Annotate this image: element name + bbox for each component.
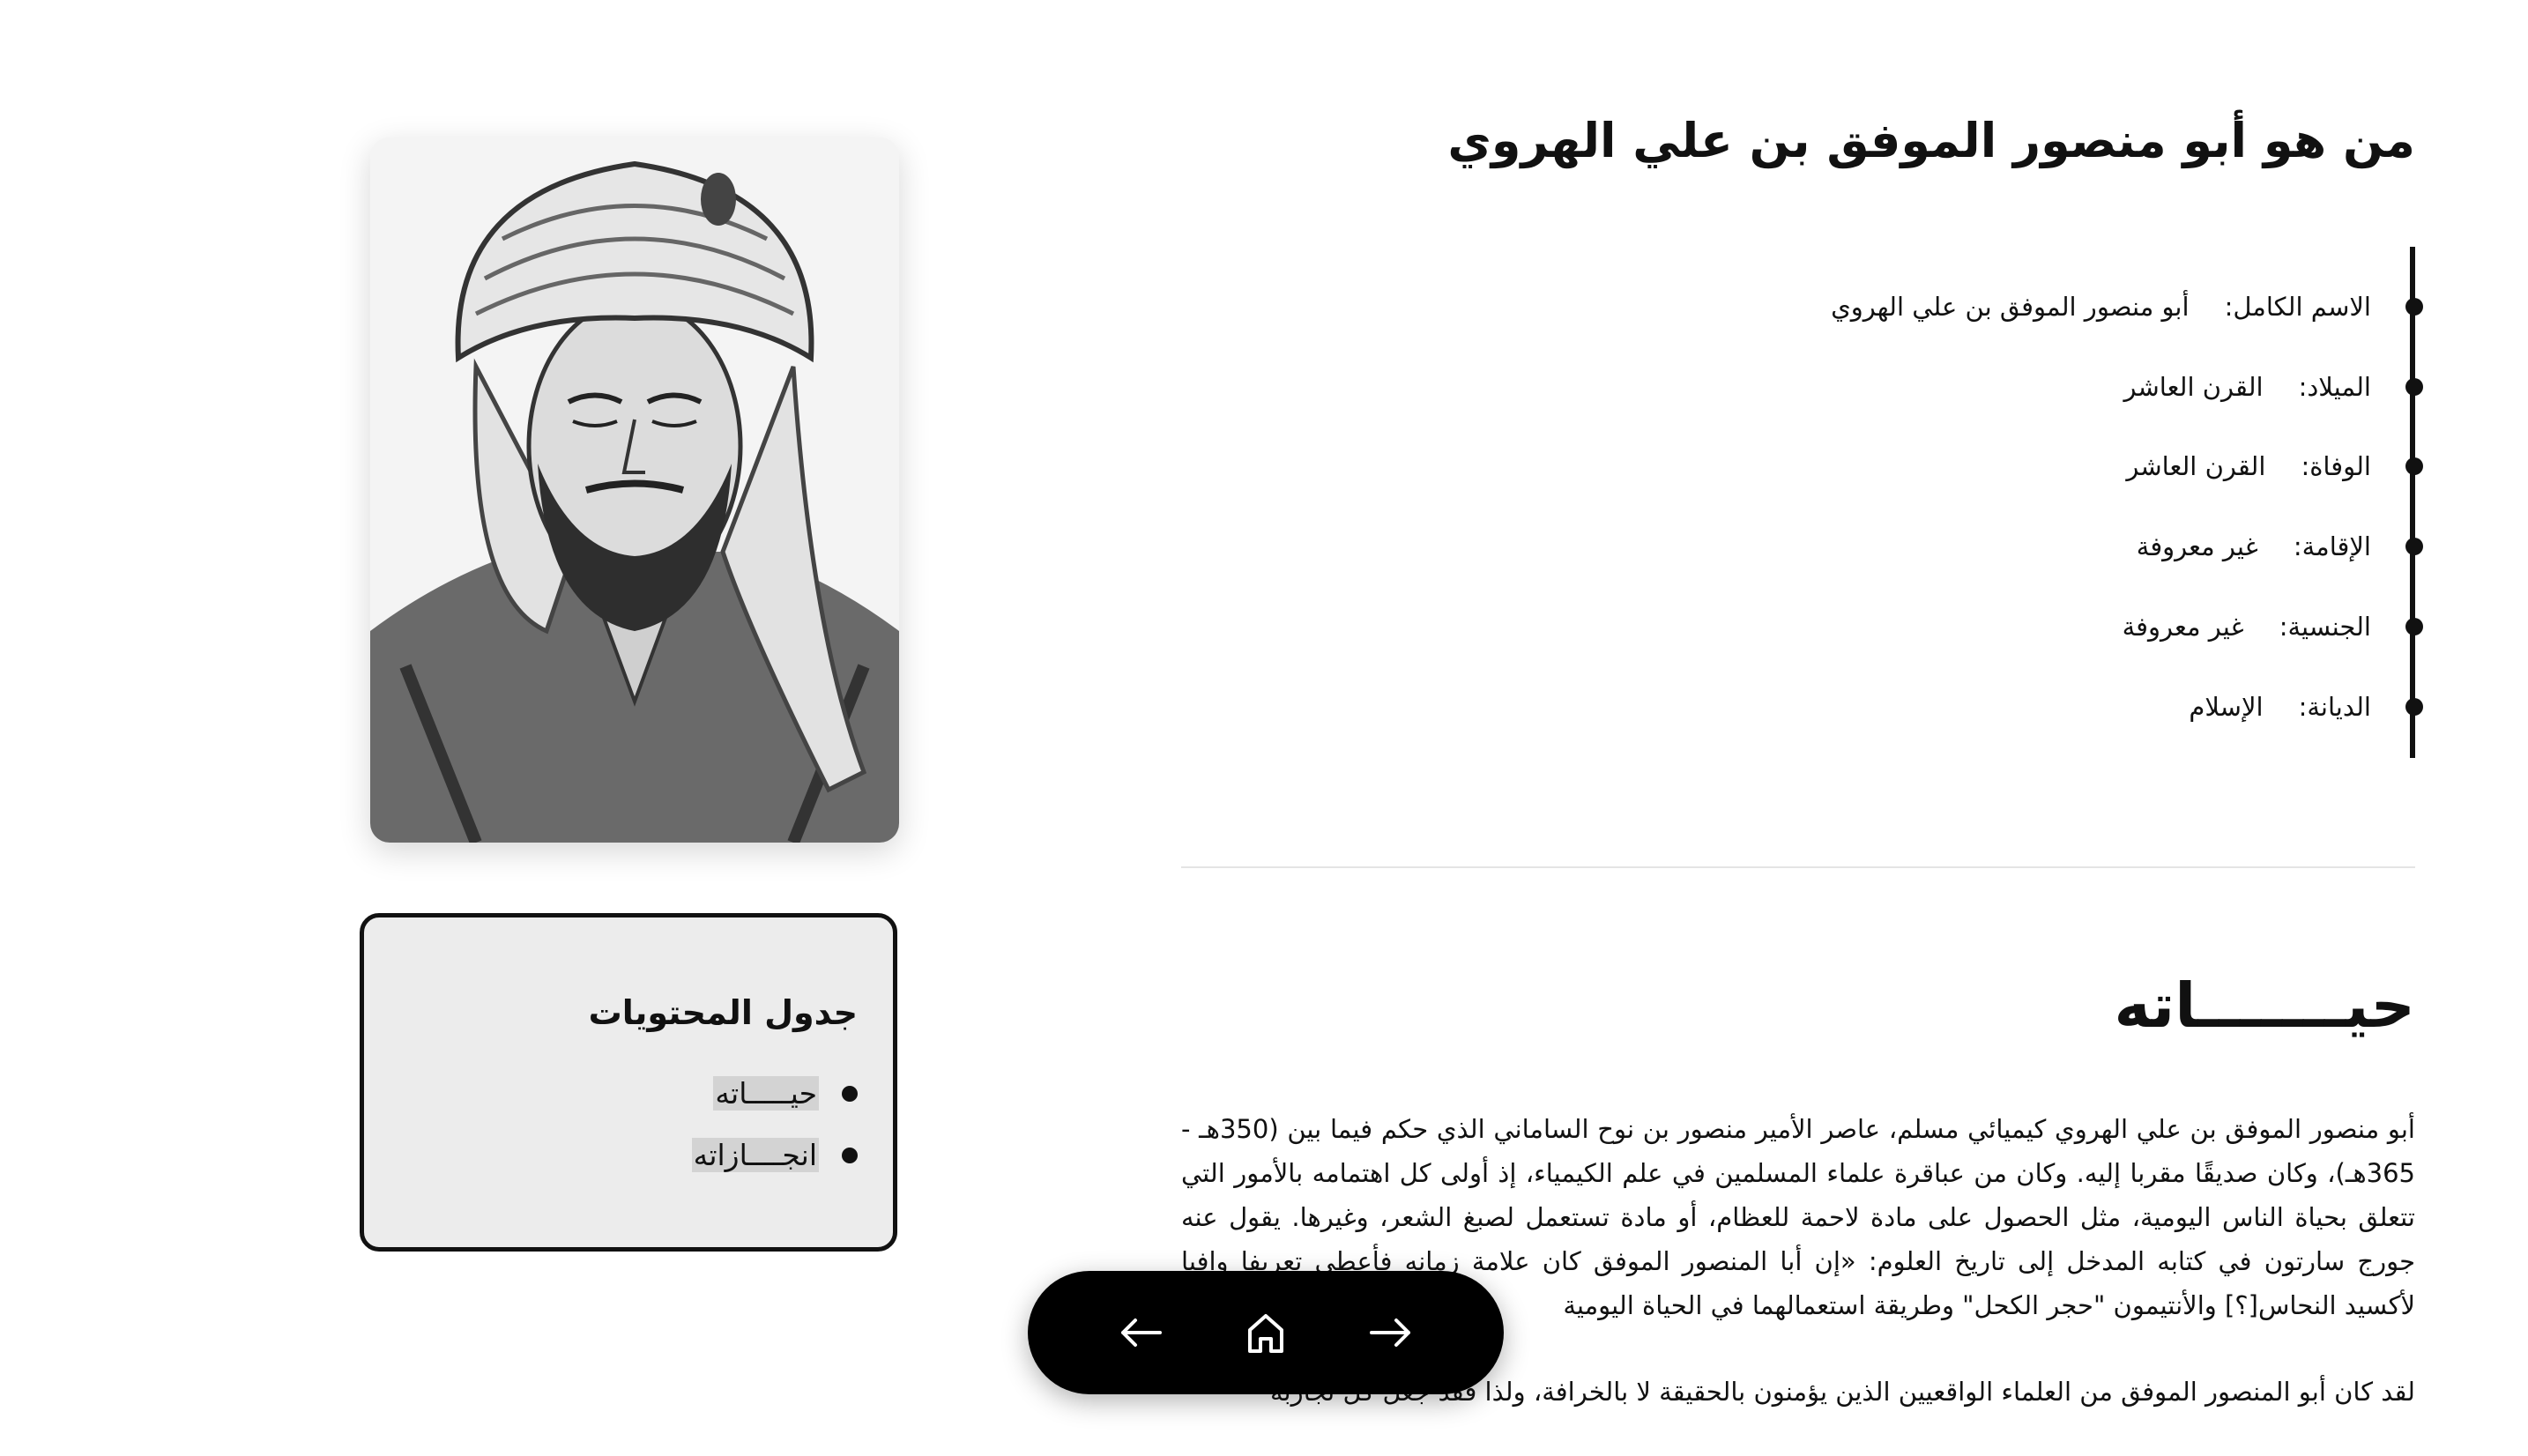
info-value: غير معروفة (2122, 612, 2244, 642)
info-value: الإسلام (2189, 692, 2264, 722)
info-value: غير معروفة (2136, 531, 2258, 561)
bullet-icon (842, 1147, 858, 1163)
info-label: الإقامة: (2293, 531, 2371, 561)
timeline-dot (2405, 618, 2423, 635)
info-row-full-name: الاسم الكامل: أبو منصور الموفق بن علي ال… (1831, 280, 2423, 333)
bullet-icon (842, 1085, 858, 1102)
info-row-residence: الإقامة: غير معروفة (2136, 520, 2423, 573)
info-label: الميلاد: (2298, 372, 2371, 402)
portrait-image (370, 137, 899, 843)
back-button[interactable] (1112, 1304, 1169, 1361)
section-title-life: حيـــــــاته (2114, 969, 2415, 1042)
biography-info-list: الاسم الكامل: أبو منصور الموفق بن علي ال… (1181, 247, 2423, 758)
info-label: الجنسية: (2279, 612, 2371, 642)
toc-item-label: حيـــــاته (713, 1076, 819, 1111)
home-button[interactable] (1238, 1304, 1294, 1361)
page-title: من هو أبو منصور الموفق بن علي الهروي (1447, 113, 2415, 168)
info-value: أبو منصور الموفق بن علي الهروي (1831, 292, 2190, 322)
section-divider (1181, 866, 2415, 868)
toc-item-label: انجــــازاته (691, 1138, 819, 1172)
info-value: القرن العاشر (2126, 451, 2266, 481)
forward-arrow-icon (1370, 1319, 1410, 1347)
info-row-birth: الميلاد: القرن العاشر (2123, 360, 2423, 413)
timeline-dot (2405, 538, 2423, 555)
info-label: الاسم الكامل: (2224, 292, 2371, 322)
toc-title: جدول المحتويات (588, 993, 858, 1032)
timeline-dot (2405, 378, 2423, 396)
bottom-nav-bar (1028, 1271, 1504, 1394)
timeline-dot (2405, 698, 2423, 716)
back-arrow-icon (1121, 1319, 1162, 1347)
info-value: القرن العاشر (2123, 372, 2264, 402)
info-label: الوفاة: (2301, 451, 2371, 481)
info-row-nationality: الجنسية: غير معروفة (2122, 600, 2423, 653)
table-of-contents: جدول المحتويات حيـــــاته انجــــازاته (360, 913, 897, 1252)
forward-button[interactable] (1363, 1304, 1419, 1361)
toc-item-life[interactable]: حيـــــاته (713, 1076, 858, 1111)
info-row-death: الوفاة: القرن العاشر (2126, 440, 2423, 493)
timeline-dot (2405, 298, 2423, 316)
info-label: الديانة: (2298, 692, 2371, 722)
toc-item-achievements[interactable]: انجــــازاته (691, 1138, 858, 1172)
portrait-illustration (370, 137, 899, 843)
home-icon (1248, 1314, 1283, 1353)
timeline-dot (2405, 457, 2423, 475)
info-row-religion: الديانة: الإسلام (2189, 680, 2423, 733)
